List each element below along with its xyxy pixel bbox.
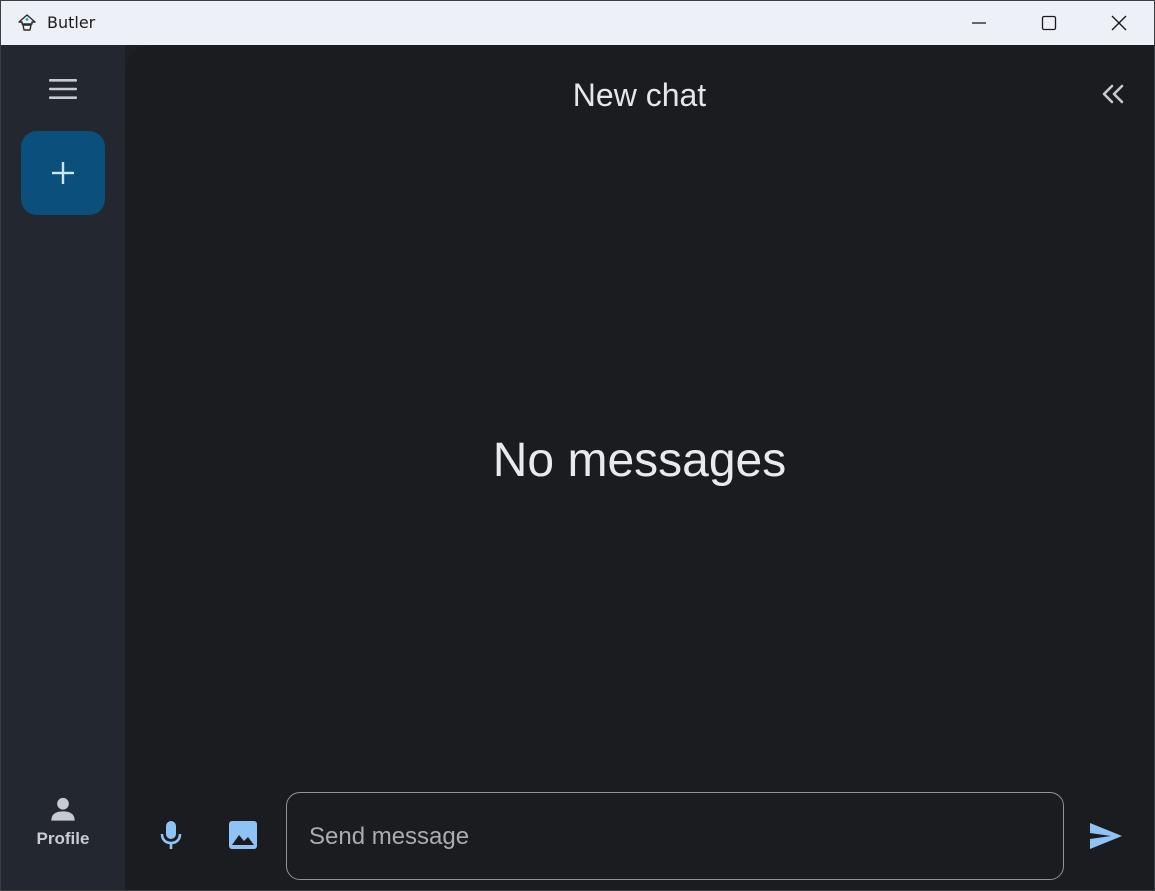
empty-state-message: No messages xyxy=(492,434,787,487)
chat-panel: New chat No messages xyxy=(125,45,1154,890)
maximize-icon xyxy=(1041,15,1057,31)
profile-label: Profile xyxy=(36,829,90,848)
menu-button[interactable] xyxy=(43,71,83,107)
profile-nav-item[interactable]: Profile xyxy=(19,795,107,875)
minimize-icon xyxy=(971,15,987,31)
microphone-icon xyxy=(160,820,182,850)
close-button[interactable] xyxy=(1084,1,1154,45)
close-icon xyxy=(1111,15,1127,31)
message-input[interactable] xyxy=(309,821,1029,853)
collapse-panel-button[interactable] xyxy=(1095,79,1131,109)
new-chat-button[interactable] xyxy=(21,131,105,215)
hamburger-menu-icon xyxy=(48,78,78,100)
maximize-button[interactable] xyxy=(1014,1,1084,45)
navigation-rail: Profile xyxy=(1,45,125,890)
plus-icon xyxy=(51,161,75,185)
attach-image-button[interactable] xyxy=(225,817,261,853)
double-chevron-left-icon xyxy=(1101,84,1125,104)
send-button[interactable] xyxy=(1087,819,1125,853)
send-icon xyxy=(1089,822,1123,850)
minimize-button[interactable] xyxy=(944,1,1014,45)
message-input-box[interactable] xyxy=(286,792,1064,880)
image-icon xyxy=(228,820,258,850)
person-icon xyxy=(49,795,77,823)
voice-input-button[interactable] xyxy=(155,815,187,855)
app-window: Butler Profile New chat No messages Send… xyxy=(0,0,1155,891)
title-bar[interactable]: Butler xyxy=(1,1,1154,45)
chat-title: New chat xyxy=(572,77,707,113)
window-title: Butler xyxy=(47,13,96,32)
butler-app-icon xyxy=(17,13,37,33)
